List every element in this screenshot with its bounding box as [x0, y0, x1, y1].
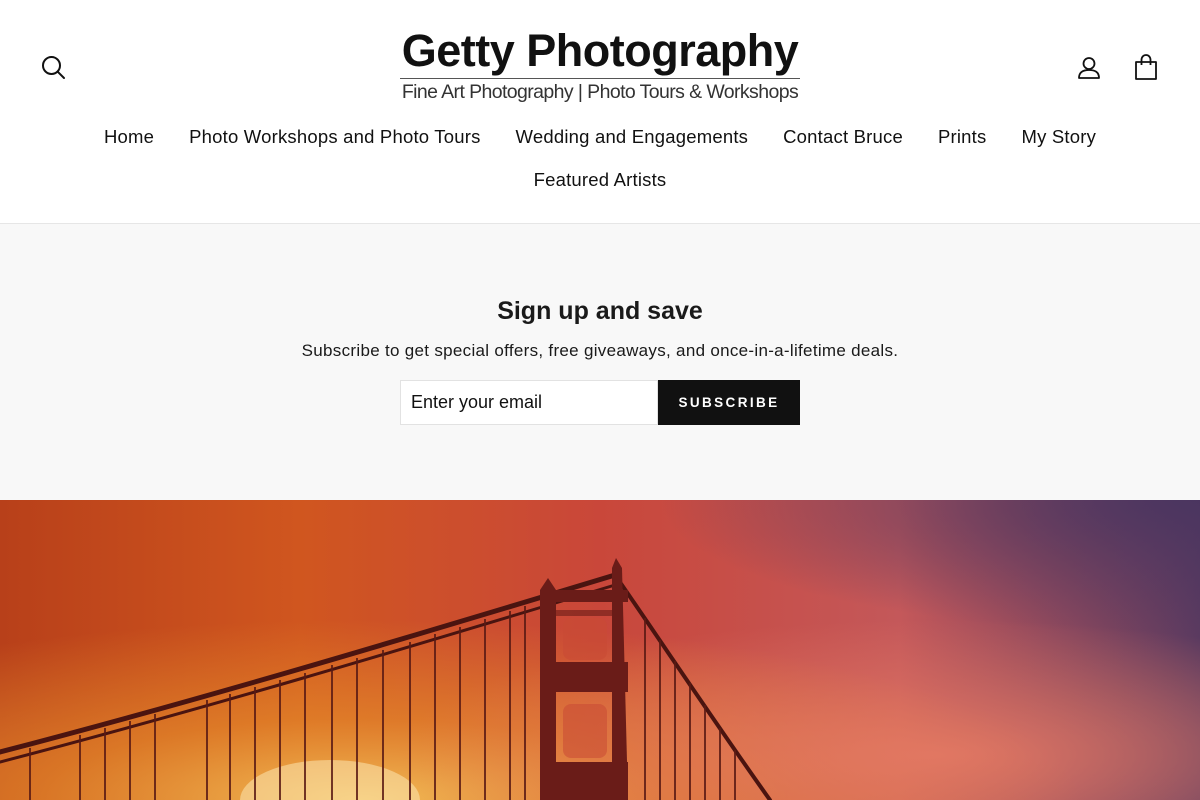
nav-item-my-story[interactable]: My Story — [1004, 124, 1114, 150]
nav-item-photo-workshops[interactable]: Photo Workshops and Photo Tours — [172, 124, 498, 150]
search-icon — [42, 56, 65, 79]
newsletter-section: Sign up and save Subscribe to get specia… — [0, 224, 1200, 500]
logo-subtitle: Fine Art Photography | Photo Tours & Wor… — [401, 81, 799, 103]
golden-gate-bridge-sunset-photo — [0, 500, 1200, 800]
nav-item-featured-artists[interactable]: Featured Artists — [516, 167, 684, 193]
site-header: Getty Photography Fine Art Photography |… — [0, 0, 1200, 224]
email-input[interactable] — [400, 380, 658, 425]
nav-item-prints[interactable]: Prints — [920, 124, 1004, 150]
nav-item-contact[interactable]: Contact Bruce — [766, 124, 921, 150]
newsletter-title: Sign up and save — [497, 297, 703, 325]
logo-divider — [400, 78, 800, 79]
newsletter-subtitle: Subscribe to get special offers, free gi… — [301, 341, 899, 360]
user-icon — [1078, 57, 1100, 79]
main-navigation-row-2: Featured Artists — [0, 167, 1200, 193]
search-button[interactable] — [34, 48, 74, 88]
hero-image — [0, 500, 1200, 800]
main-navigation: Home Photo Workshops and Photo Tours Wed… — [0, 124, 1200, 150]
cart-icon — [1135, 54, 1157, 80]
site-logo[interactable]: Getty Photography Fine Art Photography |… — [400, 26, 800, 106]
cart-button[interactable] — [1126, 47, 1166, 87]
nav-item-wedding[interactable]: Wedding and Engagements — [498, 124, 766, 150]
nav-item-home[interactable]: Home — [86, 124, 171, 150]
subscribe-button[interactable]: SUBSCRIBE — [658, 380, 800, 425]
newsletter-form: SUBSCRIBE — [400, 380, 800, 425]
logo-title: Getty Photography — [401, 25, 799, 76]
account-button[interactable] — [1069, 48, 1109, 88]
